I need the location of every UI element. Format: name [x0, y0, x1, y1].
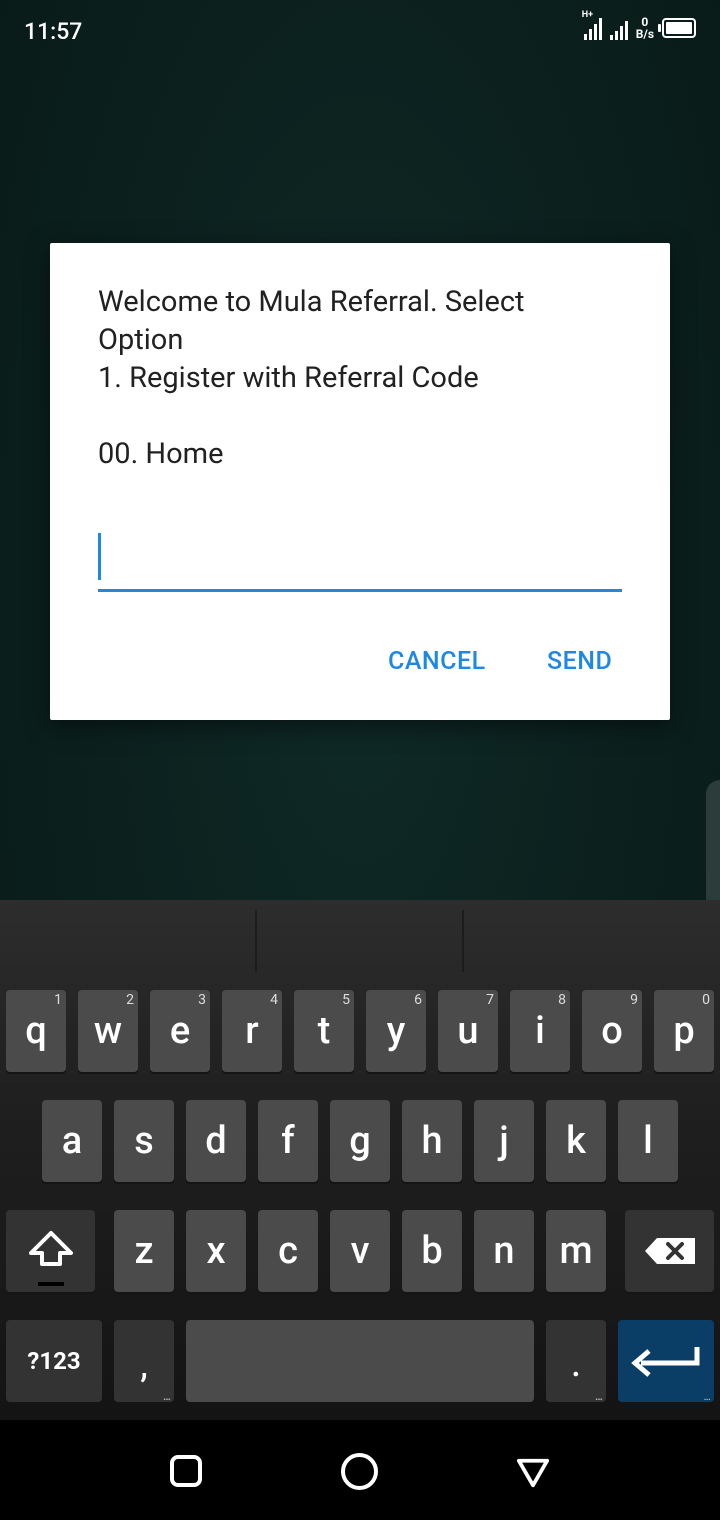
key-k[interactable]: k — [546, 1100, 606, 1182]
navigation-bar — [0, 1420, 720, 1520]
key-g[interactable]: g — [330, 1100, 390, 1182]
key-label: w — [93, 1009, 123, 1053]
key-label: y — [386, 1009, 406, 1053]
key-o[interactable]: o 9 — [582, 990, 642, 1072]
key-v[interactable]: v — [330, 1210, 390, 1292]
response-input[interactable] — [98, 533, 622, 592]
key-a[interactable]: a — [42, 1100, 102, 1182]
key-label: t — [317, 1009, 331, 1053]
key-hint: 6 — [414, 992, 422, 1008]
soft-keyboard: q 1 w 2 e 3 r 4 t 5 y 6 u 7 i 8 o 9 p 0 … — [0, 900, 720, 1420]
key-h[interactable]: h — [402, 1100, 462, 1182]
key-s[interactable]: s — [114, 1100, 174, 1182]
status-time: 11:57 — [24, 18, 83, 45]
suggestion-divider — [255, 910, 257, 972]
key-label: o — [601, 1009, 623, 1053]
more-dots: ... — [162, 1389, 171, 1403]
key-e[interactable]: e 3 — [150, 990, 210, 1072]
battery-icon — [658, 18, 696, 38]
key-p[interactable]: p 0 — [654, 990, 714, 1072]
key-n[interactable]: n — [474, 1210, 534, 1292]
key-i[interactable]: i 8 — [510, 990, 570, 1072]
backspace-key[interactable] — [625, 1210, 714, 1292]
key-c[interactable]: c — [258, 1210, 318, 1292]
key-hint: 1 — [54, 992, 62, 1008]
recent-apps-icon[interactable] — [170, 1455, 202, 1487]
key-hint: 0 — [702, 992, 710, 1008]
key-label: i — [535, 1009, 545, 1053]
suggestion-strip — [0, 900, 720, 980]
more-dots: ... — [594, 1389, 603, 1403]
home-icon[interactable] — [341, 1453, 378, 1490]
network-type-label: H+ — [581, 10, 593, 20]
key-d[interactable]: d — [186, 1100, 246, 1182]
key-hint: 3 — [198, 992, 206, 1008]
enter-key[interactable]: ... — [618, 1320, 714, 1402]
key-m[interactable]: m — [546, 1210, 606, 1292]
symbols-key[interactable]: ?123 — [6, 1320, 102, 1402]
text-cursor — [98, 533, 101, 580]
backspace-icon — [644, 1238, 695, 1264]
key-label: e — [169, 1009, 191, 1053]
suggestion-divider — [462, 910, 464, 972]
shift-icon — [28, 1231, 73, 1266]
cancel-button[interactable]: CANCEL — [388, 647, 486, 676]
shift-indicator — [38, 1282, 64, 1286]
key-x[interactable]: x — [186, 1210, 246, 1292]
key-b[interactable]: b — [402, 1210, 462, 1292]
key-hint: 5 — [342, 992, 350, 1008]
key-f[interactable]: f — [258, 1100, 318, 1182]
key-label: , — [140, 1346, 148, 1386]
key-q[interactable]: q 1 — [6, 990, 66, 1072]
net-speed-unit: B/s — [635, 27, 654, 41]
net-speed: 0 B/s — [636, 16, 654, 40]
more-dots: ... — [703, 1389, 711, 1403]
dialog-message: Welcome to Mula Referral. Select Option … — [98, 285, 525, 471]
key-hint: 2 — [126, 992, 134, 1008]
status-icons: H+ 0 B/s — [582, 10, 696, 40]
enter-icon — [631, 1347, 700, 1377]
key-z[interactable]: z — [114, 1210, 174, 1292]
key-hint: 8 — [558, 992, 566, 1008]
key-hint: 4 — [270, 992, 278, 1008]
space-key[interactable] — [186, 1320, 534, 1402]
comma-key[interactable]: , ... — [114, 1320, 174, 1402]
key-hint: 7 — [486, 992, 494, 1008]
period-key[interactable]: . ... — [546, 1320, 606, 1402]
send-button[interactable]: SEND — [547, 647, 612, 676]
key-u[interactable]: u 7 — [438, 990, 498, 1072]
ussd-dialog: Welcome to Mula Referral. Select Option … — [50, 243, 670, 720]
key-l[interactable]: l — [618, 1100, 678, 1182]
key-r[interactable]: r 4 — [222, 990, 282, 1072]
key-y[interactable]: y 6 — [366, 990, 426, 1072]
key-hint: 9 — [630, 992, 638, 1008]
back-icon[interactable] — [516, 1456, 550, 1490]
status-bar: 11:57 H+ 0 B/s — [0, 0, 720, 64]
key-label: p — [673, 1009, 695, 1053]
key-t[interactable]: t 5 — [294, 990, 354, 1072]
signal-icon — [609, 16, 628, 40]
key-label: r — [245, 1009, 259, 1053]
key-j[interactable]: j — [474, 1100, 534, 1182]
key-label: . — [571, 1345, 581, 1385]
signal-icon: H+ — [582, 10, 602, 40]
key-label: q — [25, 1009, 47, 1053]
key-label: u — [457, 1009, 479, 1053]
key-w[interactable]: w 2 — [78, 990, 138, 1072]
shift-key[interactable] — [6, 1210, 95, 1292]
